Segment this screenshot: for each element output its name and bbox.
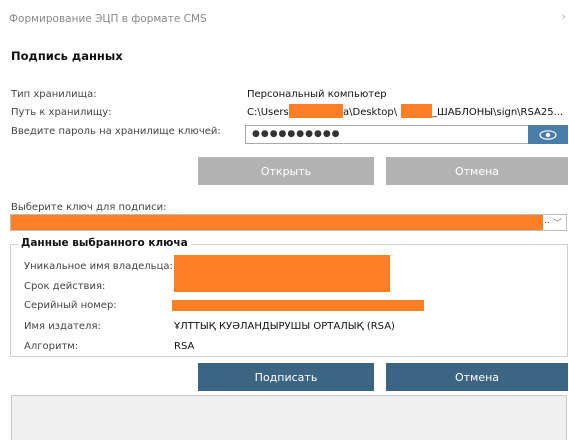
storage-path-part3: _ШАБЛОНЫ\sign\RSA25... <box>432 107 564 118</box>
storage-type-label: Тип хранилища: <box>11 89 97 100</box>
password-input[interactable]: ●●●●●●●●●● <box>245 125 530 144</box>
title-bar: Формирование ЭЦП в формате CMS › <box>0 0 569 30</box>
validity-label: Срок действия: <box>24 281 106 292</box>
cancel-button-bottom[interactable]: Отмена <box>386 363 568 391</box>
key-details-legend: Данные выбранного ключа <box>18 237 191 249</box>
chevron-down-icon: ﹀ <box>552 219 562 229</box>
owner-label: Уникальное имя владельца: <box>24 261 173 272</box>
redacted-username <box>289 104 343 118</box>
password-label: Введите пароль на хранилище ключей: <box>11 126 221 137</box>
key-select-dropdown[interactable]: .. ﹀ <box>10 214 567 231</box>
redacted-folder <box>401 104 432 118</box>
sign-button[interactable]: Подписать <box>198 363 374 391</box>
section-title: Подпись данных <box>11 49 123 63</box>
issuer-label: Имя издателя: <box>24 321 101 332</box>
close-icon[interactable]: › <box>562 10 566 23</box>
storage-path-part1: C:\Users\ <box>247 107 293 118</box>
redacted-serial <box>172 300 424 311</box>
cancel-button-top[interactable]: Отмена <box>386 157 568 185</box>
window-title: Формирование ЭЦП в формате CMS <box>9 13 207 25</box>
serial-label: Серийный номер: <box>24 300 117 311</box>
show-password-button[interactable] <box>528 125 568 144</box>
redacted-owner-validity <box>174 255 390 292</box>
output-area[interactable] <box>11 395 567 440</box>
algorithm-label: Алгоритм: <box>24 341 79 352</box>
eye-icon <box>539 129 557 140</box>
issuer-value: ҰЛТТЫҚ КУӘЛАНДЫРУШЫ ОРТАЛЫҚ (RSA) <box>174 321 395 332</box>
key-select-ellipsis: .. <box>544 216 550 226</box>
redacted-key-name <box>11 215 543 230</box>
open-button[interactable]: Открыть <box>198 157 374 185</box>
storage-path-part2: a\Desktop\ <box>343 107 398 118</box>
algorithm-value: RSA <box>174 341 195 352</box>
key-select-label: Выберите ключ для подписи: <box>11 202 167 213</box>
storage-type-value: Персональный компьютер <box>247 89 387 100</box>
storage-path-label: Путь к хранилищу: <box>11 107 112 118</box>
